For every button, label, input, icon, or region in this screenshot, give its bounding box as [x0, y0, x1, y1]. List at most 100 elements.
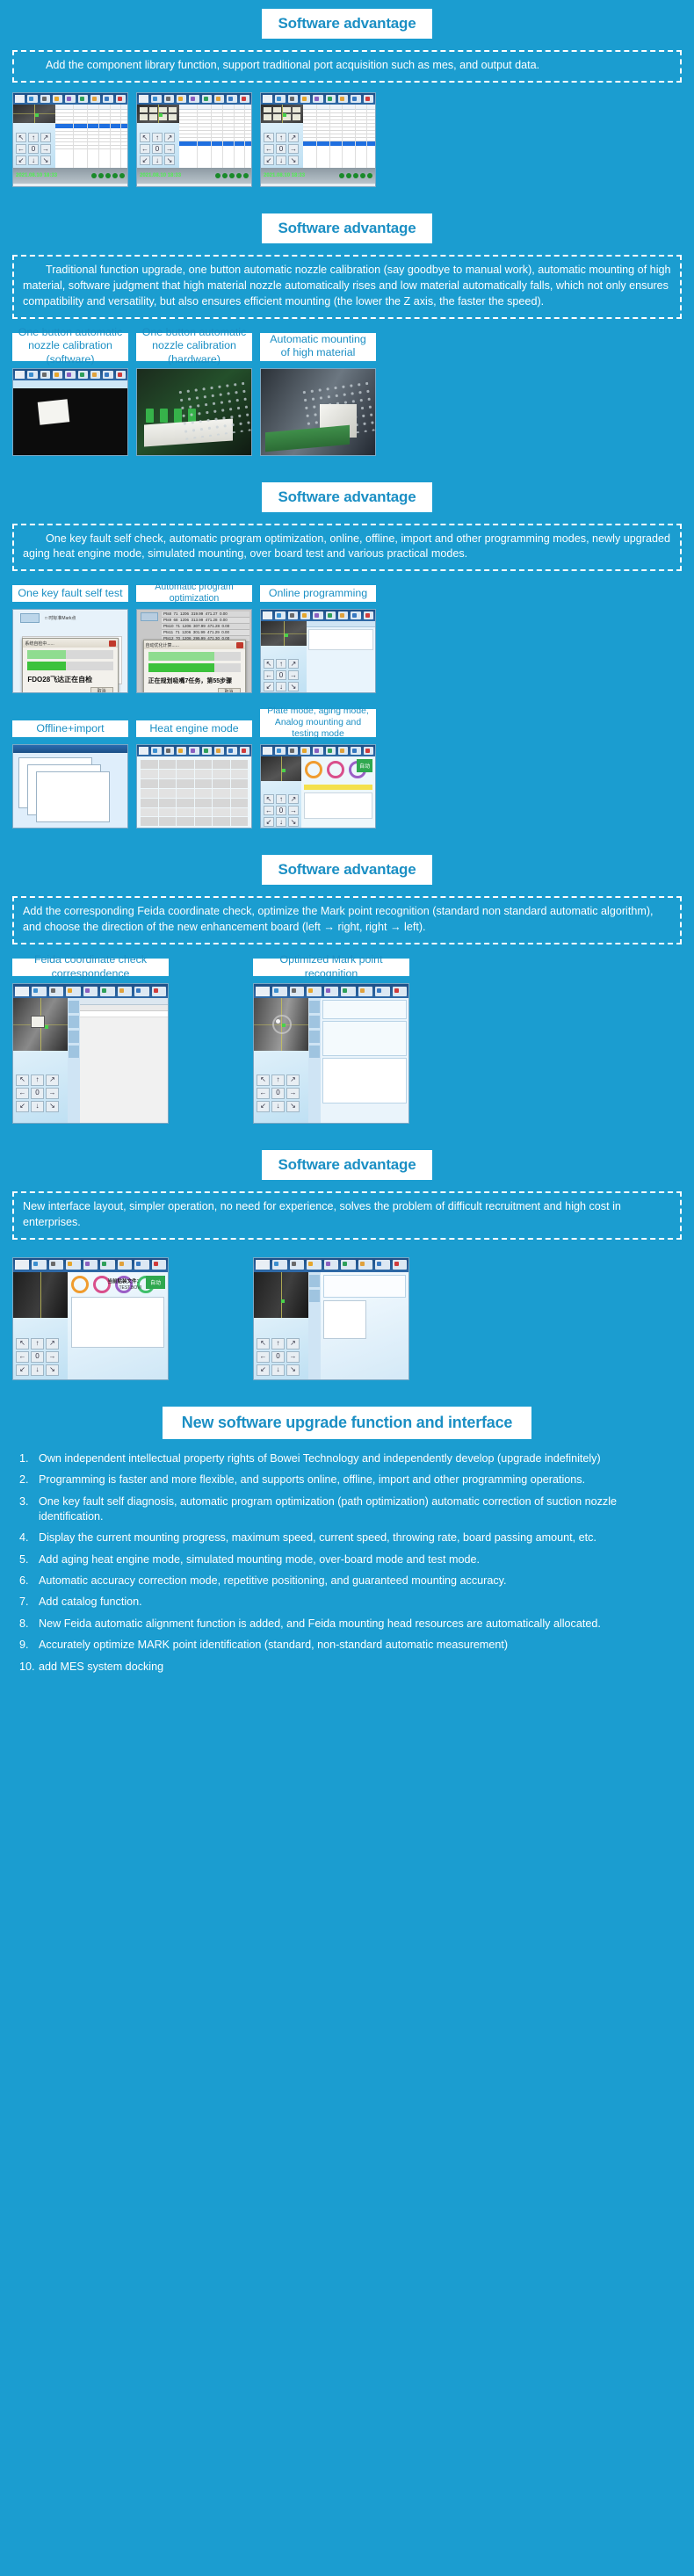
toolbar-button[interactable] [176, 94, 187, 103]
settings-fieldset[interactable] [323, 1274, 406, 1298]
jog-left-button[interactable]: ← [16, 1088, 29, 1099]
jog-left-button[interactable]: ← [16, 1350, 29, 1363]
screenshot-nozzle-calib-hardware[interactable] [136, 367, 252, 456]
screenshot-sw-table-2[interactable]: ↖ ↑ ↗ ← 0 → ↙ ↓ ↘ 2021.08.10 18:33 [136, 91, 252, 187]
component-table[interactable] [303, 104, 375, 168]
toolbar-button[interactable] [66, 986, 81, 996]
import-window[interactable] [36, 771, 110, 823]
toolbar-button[interactable] [341, 1260, 356, 1270]
toolbar-button[interactable] [289, 986, 305, 996]
jog-down-right-button[interactable]: ↘ [286, 1101, 300, 1112]
table-row-selected[interactable] [179, 141, 251, 146]
jog-up-right-button[interactable]: ↗ [286, 1337, 300, 1350]
side-tab[interactable] [309, 1274, 320, 1287]
toolbar-button[interactable] [163, 94, 174, 103]
screenshot-optimized-mark-recognition[interactable]: ↖ ↑ ↗ ← 0 → ↙ ↓ ↘ [253, 983, 409, 1124]
component-table[interactable] [179, 104, 251, 168]
jog-down-left-button[interactable]: ↙ [16, 155, 26, 165]
jog-right-button[interactable]: → [288, 143, 299, 154]
jog-left-button[interactable]: ← [257, 1088, 270, 1099]
toolbar-button[interactable] [337, 611, 349, 620]
jog-down-right-button[interactable]: ↘ [288, 682, 299, 692]
toolbar-button[interactable] [351, 747, 361, 756]
jog-up-button[interactable]: ↑ [276, 659, 286, 669]
screenshot-heat-engine-mode[interactable] [136, 744, 252, 829]
toolbar-button[interactable] [103, 370, 113, 379]
jog-down-left-button[interactable]: ↙ [264, 682, 274, 692]
jog-up-button[interactable]: ↑ [276, 132, 286, 142]
jog-keypad[interactable]: ↖ ↑ ↗ ← 0 → ↙ ↓ ↘ [140, 132, 177, 165]
jog-up-right-button[interactable]: ↗ [46, 1075, 59, 1086]
jog-keypad[interactable]: ↖ ↑ ↗ ← 0 → ↙ ↓ ↘ [16, 1337, 65, 1376]
toolbar-button[interactable] [176, 747, 187, 756]
jog-down-button[interactable]: ↓ [28, 155, 39, 165]
jog-up-button[interactable]: ↑ [271, 1337, 285, 1350]
jog-down-button[interactable]: ↓ [152, 155, 163, 165]
jog-up-right-button[interactable]: ↗ [164, 132, 175, 142]
jog-down-right-button[interactable]: ↘ [40, 155, 51, 165]
toolbar-button[interactable] [325, 747, 336, 756]
toolbar-button[interactable] [337, 94, 349, 103]
side-tab-strip[interactable] [308, 1271, 321, 1379]
toolbar-button[interactable] [300, 611, 311, 620]
toolbar-button[interactable] [272, 986, 287, 996]
jog-down-left-button[interactable]: ↙ [16, 1101, 29, 1112]
mark-result-table[interactable] [322, 1058, 407, 1103]
table-row-selected[interactable] [303, 141, 375, 146]
toolbar-button[interactable] [300, 94, 311, 103]
toolbar-button[interactable] [65, 370, 76, 379]
toolbar-button[interactable] [351, 94, 361, 103]
jog-up-button[interactable]: ↑ [31, 1337, 44, 1350]
jog-right-button[interactable]: → [286, 1088, 300, 1099]
jog-down-left-button[interactable]: ↙ [264, 817, 274, 828]
jog-up-right-button[interactable]: ↗ [288, 659, 299, 669]
optimization-dialog[interactable]: 自动优化计算...... 正在规划吸嘴7任务，第55步骤 取消 [142, 640, 246, 693]
side-tab[interactable] [309, 1289, 320, 1302]
toolbar-button[interactable] [323, 986, 339, 996]
jog-up-left-button[interactable]: ↖ [264, 132, 274, 142]
dialog-close-icon[interactable] [235, 642, 243, 649]
jog-keypad[interactable]: ↖ ↑ ↗ ← 0 → ↙ ↓ ↘ [264, 794, 299, 828]
side-tab[interactable] [309, 1031, 320, 1043]
mark-button[interactable] [141, 612, 158, 622]
jog-home-button[interactable]: 0 [271, 1350, 285, 1363]
jog-left-button[interactable]: ← [16, 143, 26, 154]
jog-up-button[interactable]: ↑ [276, 794, 286, 805]
jog-down-right-button[interactable]: ↘ [288, 155, 299, 165]
jog-down-left-button[interactable]: ↙ [257, 1101, 270, 1112]
dashboard-table[interactable] [71, 1296, 164, 1348]
mark-config-fieldset[interactable] [322, 1021, 407, 1056]
toolbar-button[interactable] [307, 1260, 322, 1270]
jog-home-button[interactable]: 0 [28, 143, 39, 154]
side-tab-strip[interactable] [308, 998, 321, 1123]
toolbar-button[interactable] [32, 986, 47, 996]
side-tab[interactable] [69, 1046, 79, 1058]
jog-up-left-button[interactable]: ↖ [16, 132, 26, 142]
jog-control-panel[interactable]: ↖ ↑ ↗ ← 0 → ↙ ↓ ↘ [13, 1051, 68, 1123]
screenshot-offline-import[interactable] [12, 744, 128, 829]
toolbar-button[interactable] [392, 1260, 407, 1270]
jog-up-button[interactable]: ↑ [31, 1075, 44, 1086]
toolbar-button[interactable] [287, 611, 298, 620]
jog-up-left-button[interactable]: ↖ [257, 1075, 270, 1086]
toolbar-button[interactable] [163, 747, 174, 756]
toolbar-button[interactable] [52, 94, 63, 103]
screenshot-automatic-program-optimization[interactable]: Pts8 71 1206 319.99 471.27 0.00 Pts9 68 … [136, 609, 252, 694]
toolbar-button[interactable] [300, 747, 311, 756]
dialog-close-icon[interactable] [108, 640, 116, 648]
toolbar-button[interactable] [151, 94, 162, 103]
component-table[interactable] [55, 104, 127, 168]
toolbar-button[interactable] [341, 986, 356, 996]
toolbar-button[interactable] [325, 611, 336, 620]
jog-home-button[interactable]: 0 [152, 143, 163, 154]
toolbar-button[interactable] [363, 611, 373, 620]
jog-down-left-button[interactable]: ↙ [140, 155, 150, 165]
jog-down-button[interactable]: ↓ [276, 817, 286, 828]
jog-right-button[interactable]: → [288, 670, 299, 681]
toolbar-button[interactable] [103, 94, 113, 103]
toolbar-button[interactable] [325, 94, 336, 103]
toolbar-button[interactable] [151, 1260, 166, 1270]
heat-engine-grid[interactable] [141, 760, 248, 827]
toolbar-button[interactable] [100, 1260, 115, 1270]
toolbar-button[interactable] [151, 986, 166, 996]
